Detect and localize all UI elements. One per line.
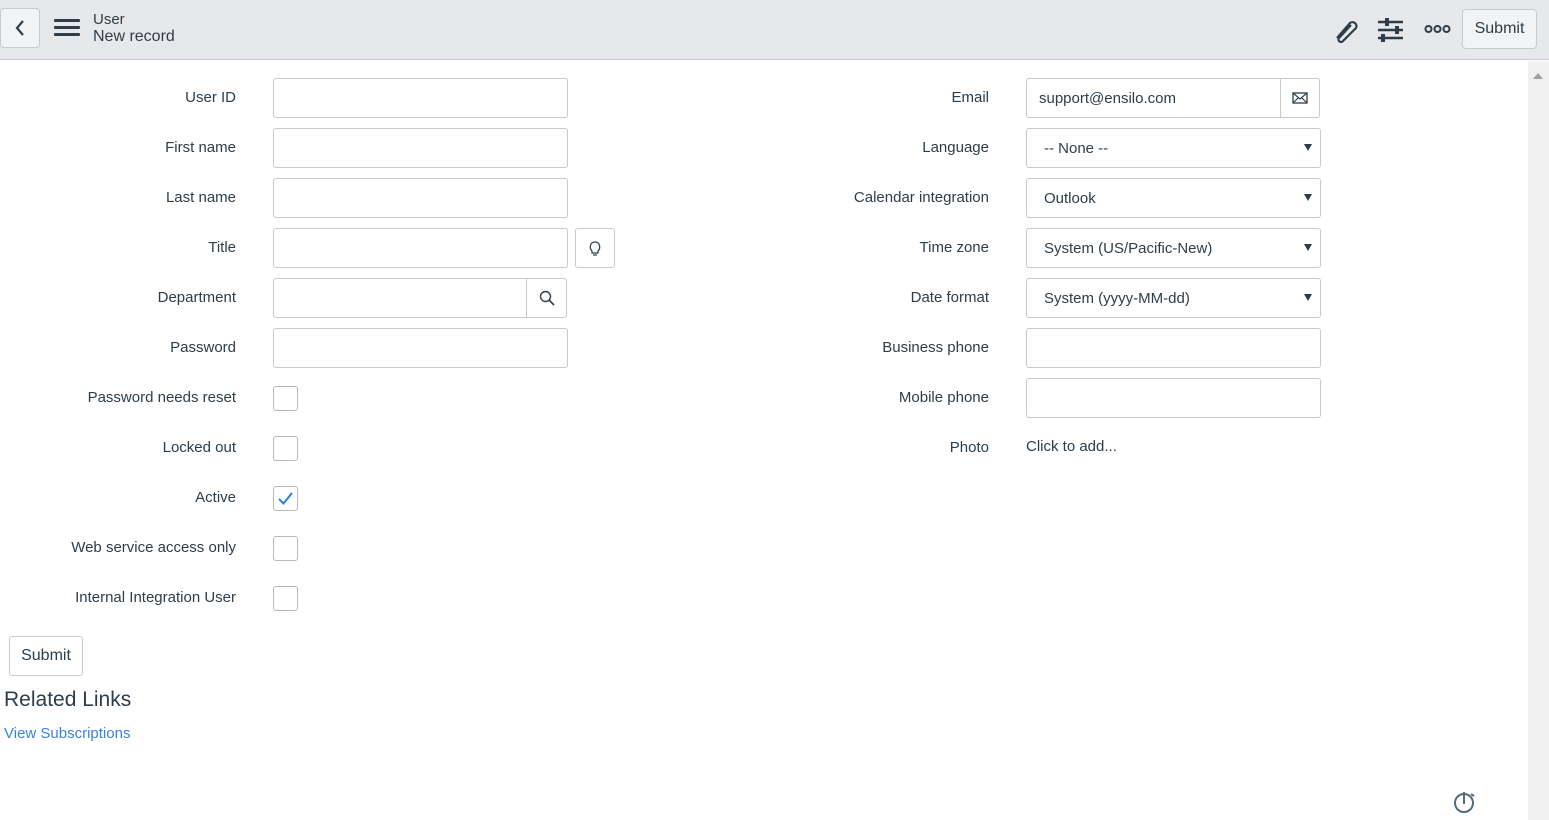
time-zone-select[interactable]: System (US/Pacific-New) xyxy=(1026,228,1321,268)
date-format-value: System (yyyy-MM-dd) xyxy=(1044,289,1190,307)
active-label: Active xyxy=(195,489,236,506)
locked-out-label: Locked out xyxy=(162,439,236,456)
locked-out-checkbox[interactable] xyxy=(273,436,298,461)
title-label: Title xyxy=(208,239,236,256)
lightbulb-icon xyxy=(589,240,601,256)
user-id-label: User ID xyxy=(185,89,236,106)
dropdown-arrow-icon xyxy=(1304,294,1312,301)
title-input[interactable] xyxy=(273,228,568,268)
time-zone-label: Time zone xyxy=(919,239,989,256)
chevron-left-icon xyxy=(15,20,24,36)
mobile-phone-input[interactable] xyxy=(1026,378,1321,418)
send-email-button[interactable] xyxy=(1280,78,1320,118)
business-phone-input[interactable] xyxy=(1026,328,1321,368)
record-state: New record xyxy=(93,28,175,45)
calendar-integration-label: Calendar integration xyxy=(853,189,989,206)
dropdown-arrow-icon xyxy=(1304,244,1312,251)
dropdown-arrow-icon xyxy=(1304,194,1312,201)
active-checkbox[interactable] xyxy=(273,486,298,511)
department-input[interactable] xyxy=(273,278,527,318)
more-options-icon[interactable] xyxy=(1424,24,1451,34)
view-subscriptions-link[interactable]: View Subscriptions xyxy=(4,725,130,742)
hamburger-menu-icon[interactable] xyxy=(54,19,80,40)
title-suggestion-button[interactable] xyxy=(575,228,615,268)
back-button[interactable] xyxy=(0,8,40,48)
date-format-select[interactable]: System (yyyy-MM-dd) xyxy=(1026,278,1321,318)
related-links-heading: Related Links xyxy=(4,688,132,711)
web-service-access-label: Web service access only xyxy=(71,539,236,556)
submit-button[interactable]: Submit xyxy=(9,636,83,676)
time-zone-value: System (US/Pacific-New) xyxy=(1044,239,1213,257)
password-label: Password xyxy=(170,339,236,356)
personalize-sliders-icon[interactable] xyxy=(1378,17,1404,43)
photo-add-link[interactable]: Click to add... xyxy=(1026,438,1117,455)
scroll-up-arrow-icon[interactable] xyxy=(1533,73,1543,79)
form-title: User New record xyxy=(93,11,175,45)
business-phone-label: Business phone xyxy=(882,339,989,356)
table-name: User xyxy=(93,11,125,28)
last-name-input[interactable] xyxy=(273,178,568,218)
password-needs-reset-checkbox[interactable] xyxy=(273,386,298,411)
last-name-label: Last name xyxy=(165,189,236,206)
photo-label: Photo xyxy=(949,439,989,456)
user-id-input[interactable] xyxy=(273,78,568,118)
email-label: Email xyxy=(951,89,989,106)
email-input[interactable]: support@ensilo.com xyxy=(1026,78,1282,118)
search-icon xyxy=(539,290,555,306)
date-format-label: Date format xyxy=(910,289,989,306)
first-name-label: First name xyxy=(165,139,236,156)
password-needs-reset-label: Password needs reset xyxy=(87,389,236,406)
checkmark-icon xyxy=(278,492,293,505)
language-value: -- None -- xyxy=(1044,139,1109,157)
mobile-phone-label: Mobile phone xyxy=(898,389,989,406)
internal-integration-user-label: Internal Integration User xyxy=(75,589,236,606)
form-header: User New record Submit xyxy=(0,0,1549,60)
internal-integration-user-checkbox[interactable] xyxy=(273,586,298,611)
web-service-access-checkbox[interactable] xyxy=(273,536,298,561)
header-submit-button[interactable]: Submit xyxy=(1462,9,1537,49)
dropdown-arrow-icon xyxy=(1304,144,1312,151)
department-lookup-button[interactable] xyxy=(526,278,567,318)
paperclip-icon[interactable] xyxy=(1331,17,1359,43)
envelope-icon xyxy=(1292,92,1308,104)
stopwatch-icon[interactable] xyxy=(1453,790,1477,814)
calendar-integration-value: Outlook xyxy=(1044,189,1096,207)
language-label: Language xyxy=(922,139,989,156)
department-label: Department xyxy=(157,289,236,306)
calendar-integration-select[interactable]: Outlook xyxy=(1026,178,1321,218)
password-input[interactable] xyxy=(273,328,568,368)
first-name-input[interactable] xyxy=(273,128,568,168)
language-select[interactable]: -- None -- xyxy=(1026,128,1321,168)
scrollbar[interactable] xyxy=(1528,61,1549,820)
